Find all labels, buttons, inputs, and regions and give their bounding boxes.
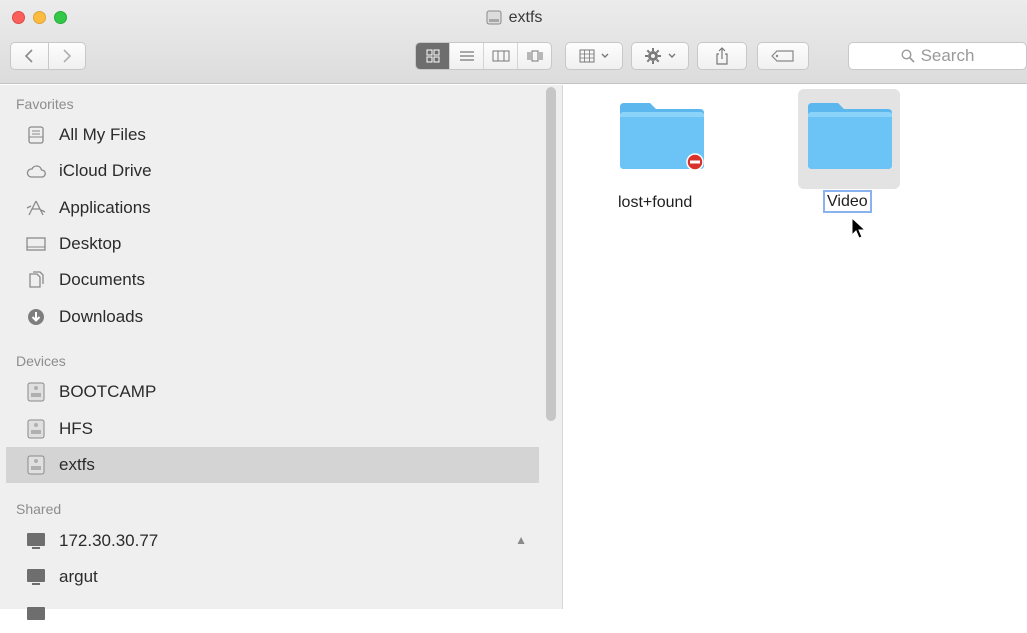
file-name-label: lost+found: [618, 194, 693, 211]
sidebar-item-hfs[interactable]: HFS: [6, 411, 539, 447]
list-view-button[interactable]: [449, 43, 483, 69]
chevron-down-icon: [668, 53, 675, 58]
sidebar-item-label: HFS: [59, 419, 93, 438]
window-title: extfs: [0, 9, 1027, 27]
sidebar-item-label: extfs: [59, 455, 95, 474]
share-icon: [716, 47, 728, 65]
sidebar-item-label: Downloads: [59, 307, 144, 326]
cover-flow-button[interactable]: [517, 43, 551, 69]
sidebar-section-favorites: Favorites: [16, 96, 74, 112]
chevron-left-icon: [25, 49, 33, 63]
cloud-icon: [26, 161, 46, 181]
sidebar-item-label: BOOTCAMP: [59, 382, 157, 401]
rename-field[interactable]: Video: [823, 190, 872, 213]
sidebar-item-all-my-files[interactable]: All My Files: [6, 117, 539, 153]
sidebar-item-documents[interactable]: Documents: [6, 262, 539, 298]
sidebar-item-label: Desktop: [59, 234, 122, 253]
all-files-icon: [26, 125, 46, 145]
drive-icon: [26, 419, 46, 439]
file-item-video[interactable]: Video: [804, 101, 924, 221]
folder-icon: [808, 103, 892, 169]
sidebar-item-downloads[interactable]: Downloads: [6, 299, 539, 335]
drive-icon: [486, 10, 502, 25]
sidebar-item-partial[interactable]: [6, 597, 539, 633]
sidebar-item-label: argut: [59, 567, 98, 586]
edit-tags-button[interactable]: [757, 42, 809, 70]
sidebar-item-label: iCloud Drive: [59, 161, 152, 180]
sidebar-item-bootcamp[interactable]: BOOTCAMP: [6, 374, 539, 410]
eject-icon[interactable]: ▲: [515, 533, 527, 547]
columns-icon: [492, 50, 509, 62]
window-toolbar: extfs Search: [0, 0, 1027, 84]
applications-icon: [26, 198, 46, 218]
arrange-button[interactable]: [565, 42, 623, 70]
downloads-icon: [26, 307, 46, 327]
sidebar-item-applications[interactable]: Applications: [6, 190, 539, 226]
sidebar-item-extfs[interactable]: extfs: [6, 447, 539, 483]
back-button[interactable]: [11, 43, 48, 69]
file-item-lost-found[interactable]: lost+found: [612, 101, 732, 221]
chevron-right-icon: [63, 49, 71, 63]
sidebar-scrollbar[interactable]: [546, 87, 556, 421]
desktop-icon: [26, 234, 46, 254]
grid-icon: [426, 49, 439, 63]
sidebar-item-label: 172.30.30.77: [59, 531, 159, 550]
sidebar-item-label: All My Files: [59, 125, 146, 144]
arrange-grid-icon: [579, 49, 594, 63]
sidebar-item-shared-host[interactable]: 172.30.30.77 ▲: [6, 523, 539, 559]
column-view-button[interactable]: [483, 43, 517, 69]
window-title-text: extfs: [508, 9, 543, 26]
back-forward-buttons: [10, 42, 86, 70]
sidebar-section-shared: Shared: [16, 501, 62, 517]
drive-icon: [26, 382, 46, 402]
list-icon: [459, 51, 474, 61]
documents-icon: [26, 270, 46, 290]
computer-icon: [26, 567, 46, 587]
sidebar-item-argut[interactable]: argut: [6, 559, 539, 595]
chevron-down-icon: [601, 53, 608, 58]
mouse-cursor-icon: [851, 217, 867, 239]
gear-icon: [644, 48, 661, 64]
search-icon: [901, 49, 915, 63]
file-browser-area: lost+found Video: [564, 85, 1027, 609]
folder-no-access-icon: [620, 103, 704, 171]
action-button[interactable]: [631, 42, 689, 70]
sidebar-item-label: Documents: [59, 270, 145, 289]
tag-icon: [771, 50, 794, 62]
forward-button[interactable]: [47, 43, 86, 69]
drive-icon: [26, 455, 46, 475]
computer-icon: [26, 531, 46, 551]
sidebar-item-label: Applications: [59, 198, 151, 217]
computer-icon: [26, 605, 46, 625]
cover-flow-icon: [527, 50, 542, 62]
sidebar-item-icloud-drive[interactable]: iCloud Drive: [6, 153, 539, 189]
sidebar-item-desktop[interactable]: Desktop: [6, 226, 539, 262]
sidebar-section-devices: Devices: [16, 353, 66, 369]
search-field[interactable]: Search: [848, 42, 1027, 70]
view-mode-selector: [415, 42, 552, 70]
share-button[interactable]: [697, 42, 747, 70]
icon-view-button[interactable]: [416, 43, 449, 69]
search-placeholder: Search: [920, 46, 975, 65]
sidebar: Favorites All My Files iCloud Drive Appl…: [0, 85, 563, 620]
